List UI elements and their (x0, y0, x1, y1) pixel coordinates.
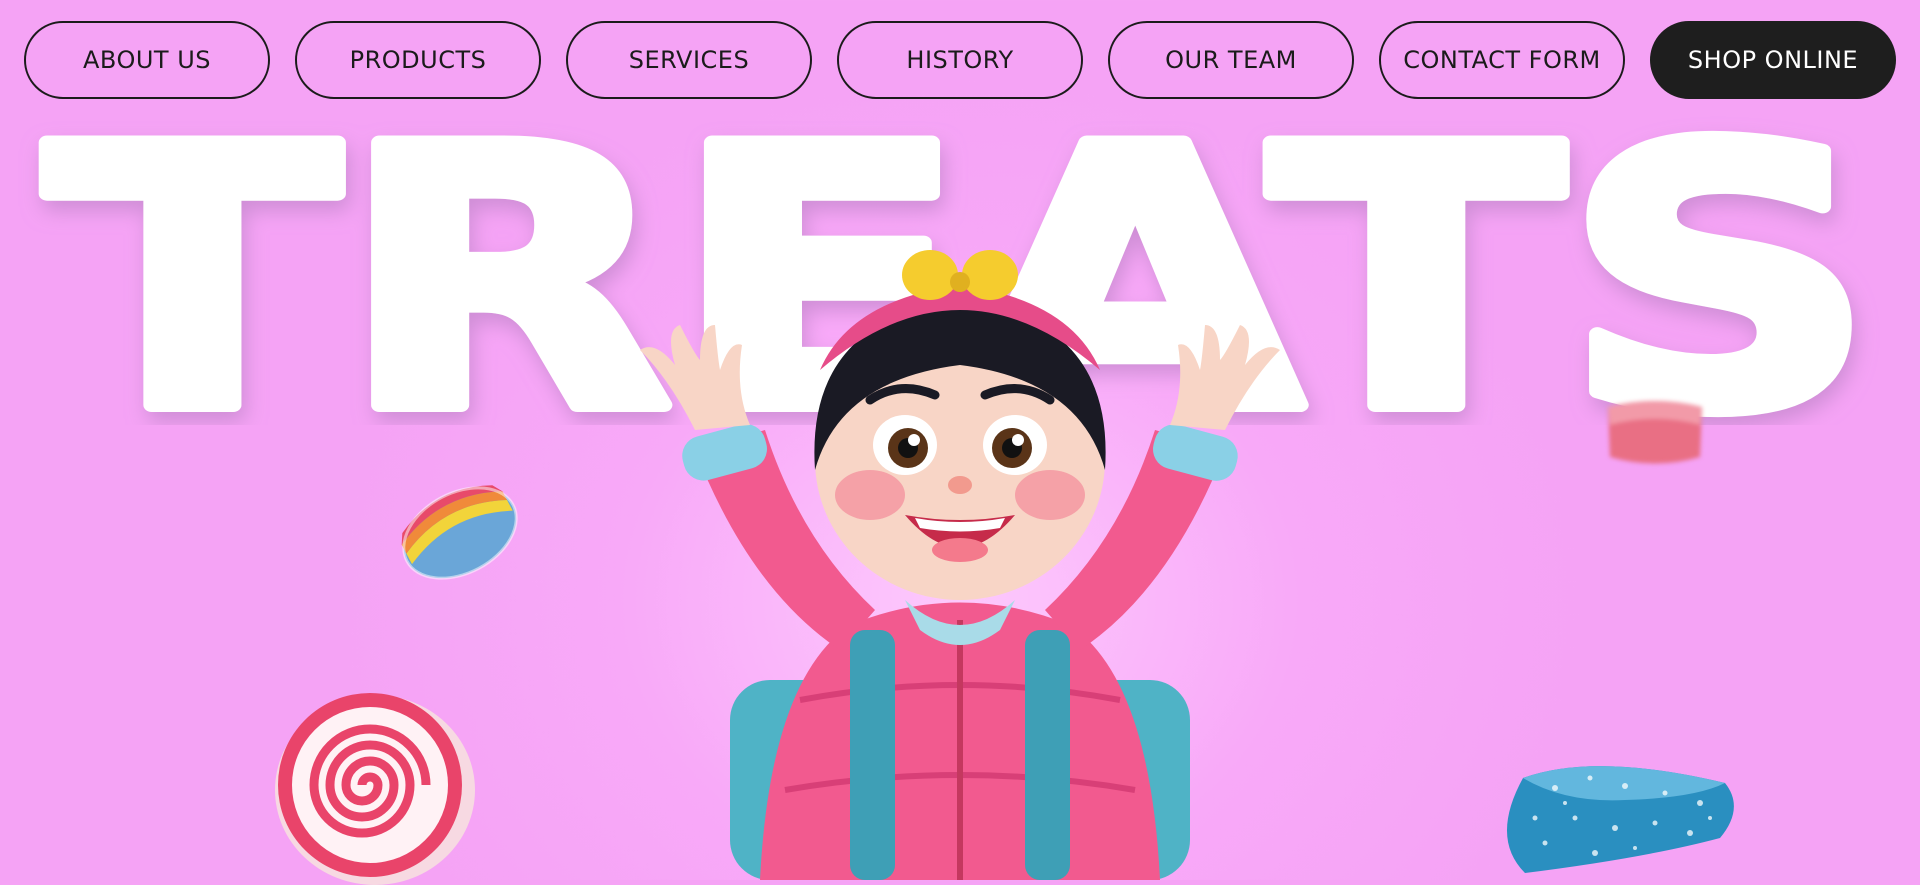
nav-products-button[interactable]: PRODUCTS (295, 21, 541, 99)
nav-our-team-button[interactable]: OUR TEAM (1108, 21, 1354, 99)
shop-online-button[interactable]: SHOP ONLINE (1650, 21, 1896, 99)
girl-illustration (640, 250, 1280, 880)
main-navigation: ABOUT US PRODUCTS SERVICES HISTORY OUR T… (24, 21, 1896, 99)
nav-services-button[interactable]: SERVICES (566, 21, 812, 99)
rainbow-gummy-candy-icon (401, 485, 518, 580)
blue-sugared-gummy-candy-icon (1506, 766, 1734, 873)
red-gummy-candy-icon (1608, 401, 1702, 464)
nav-about-us-button[interactable]: ABOUT US (24, 21, 270, 99)
nav-contact-form-button[interactable]: CONTACT FORM (1379, 21, 1625, 99)
nav-history-button[interactable]: HISTORY (837, 21, 1083, 99)
pink-spiral-candy-icon (275, 693, 475, 885)
